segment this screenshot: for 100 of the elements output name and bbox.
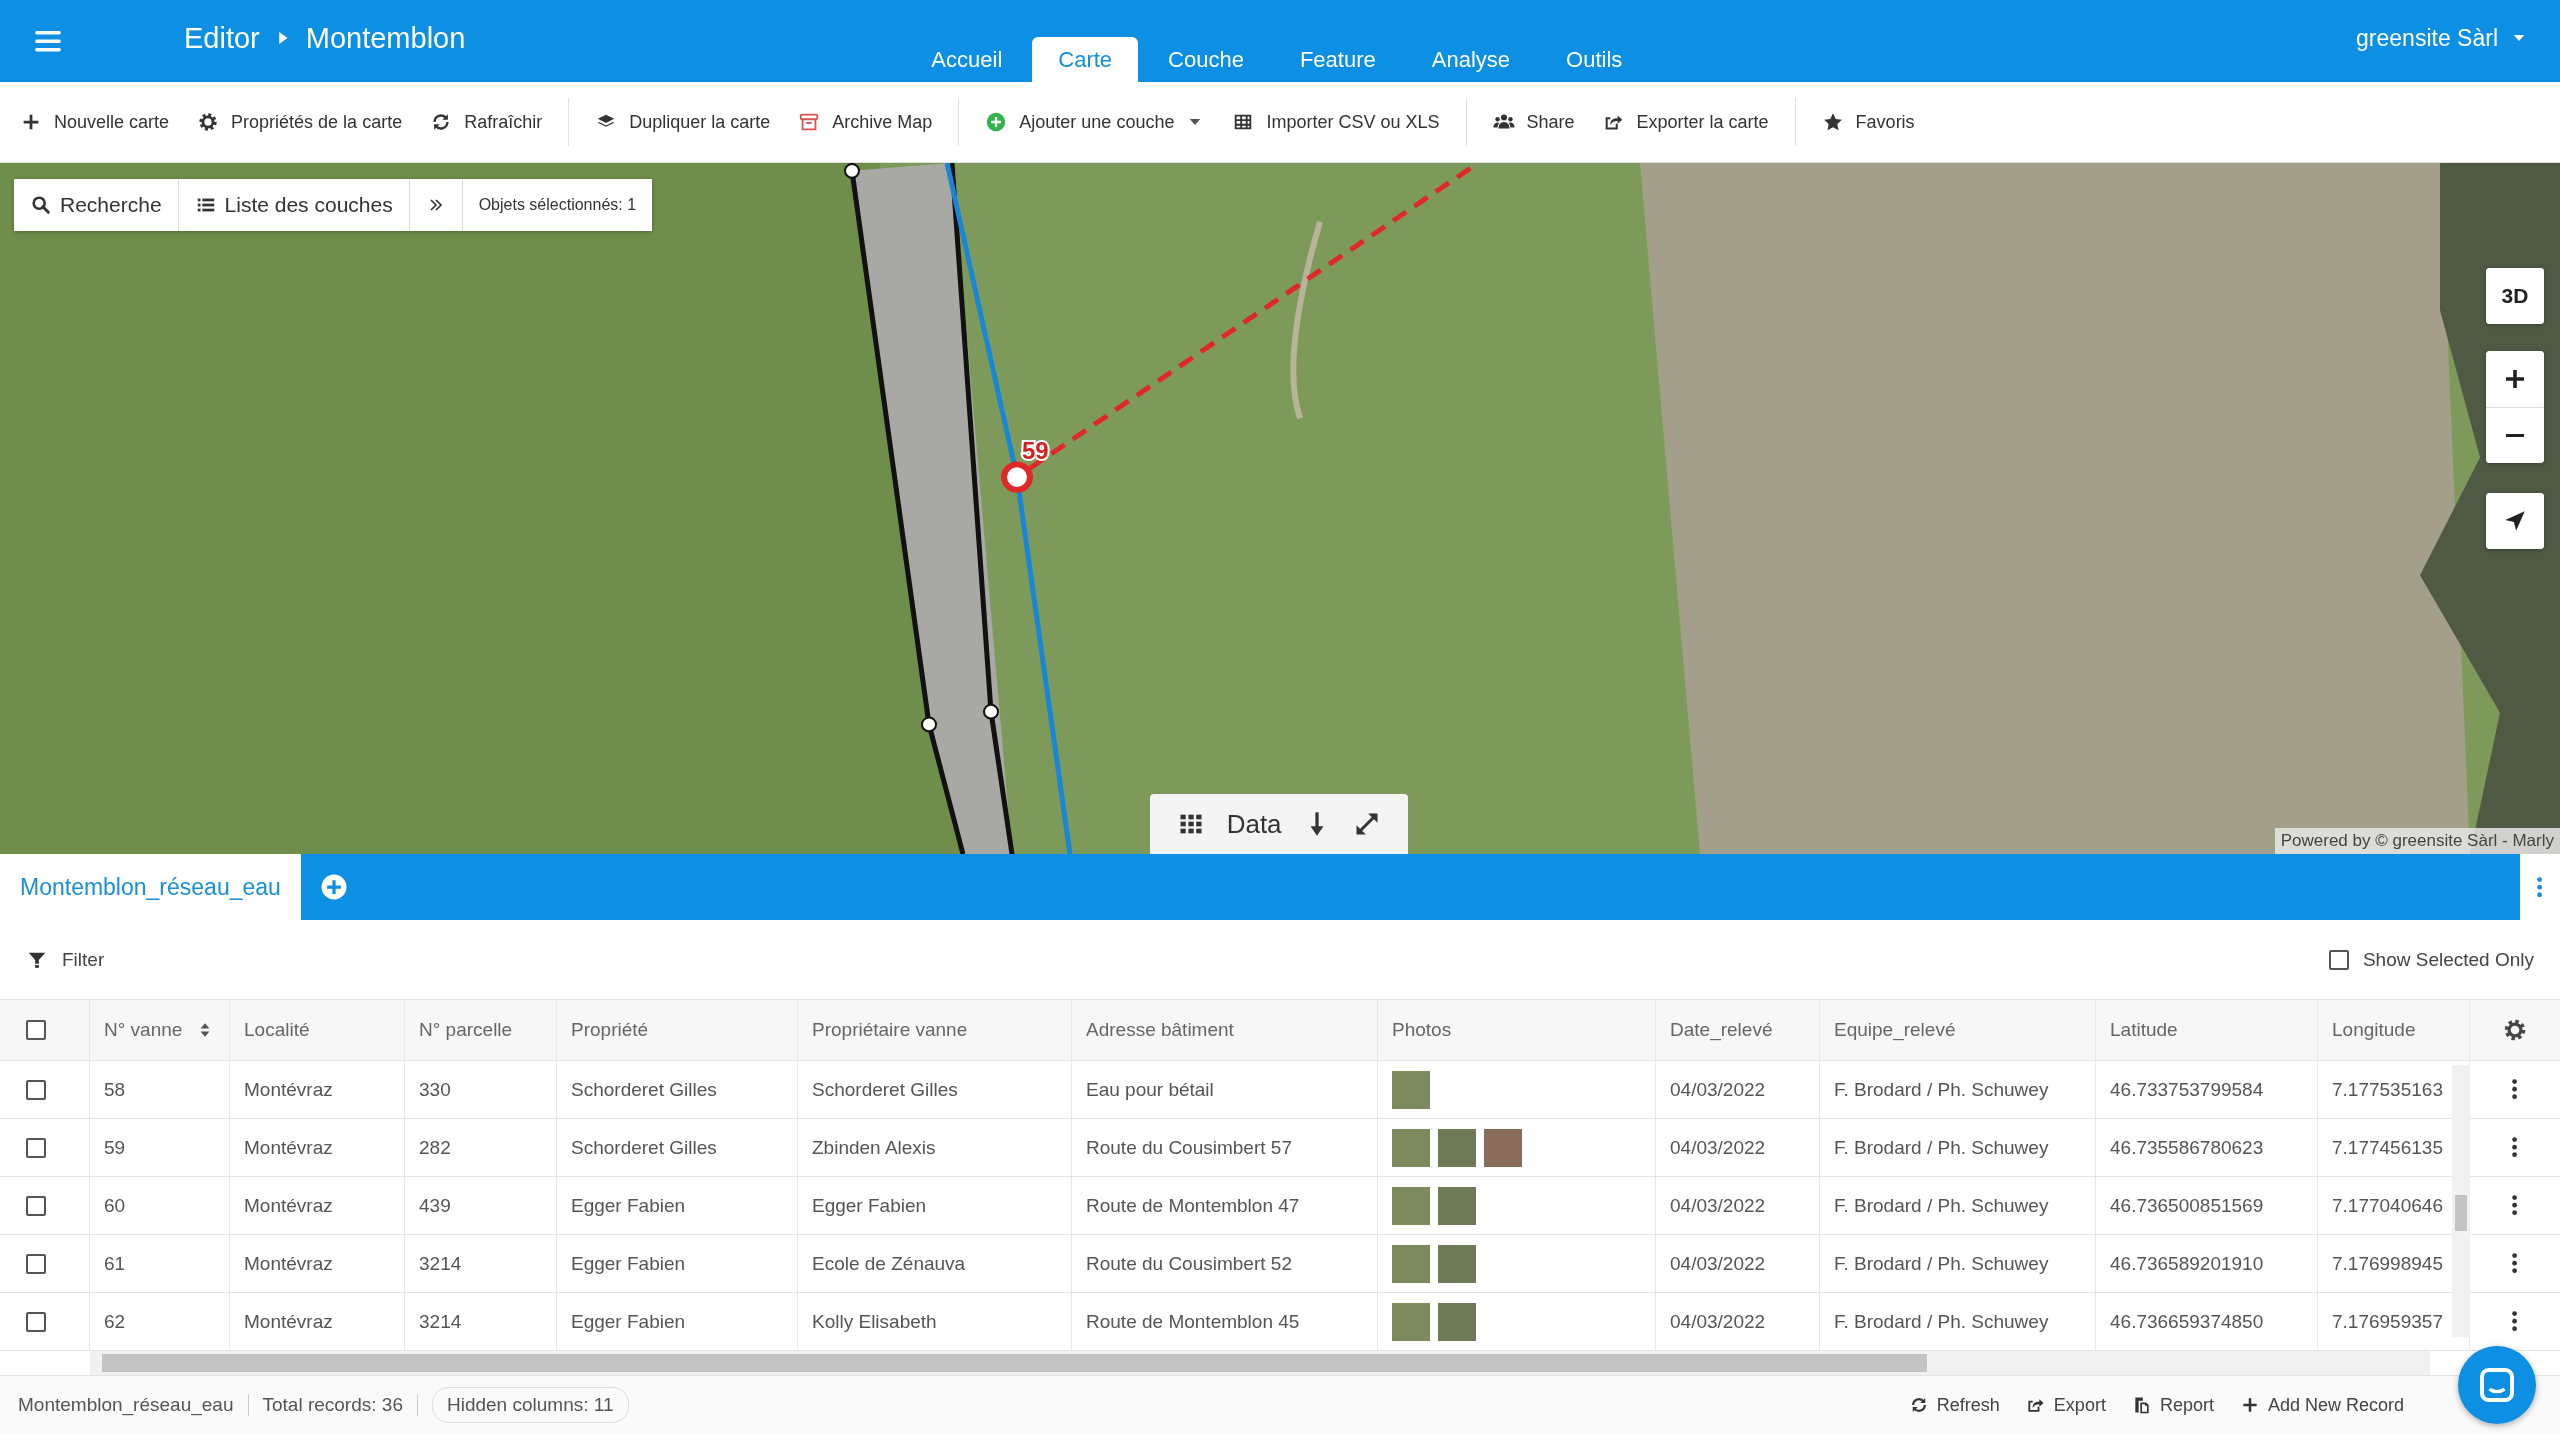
table-cell: Egger Fabien <box>571 1252 686 1275</box>
table-cell: F. Brodard / Ph. Schuwey <box>1834 1310 2049 1333</box>
column-header[interactable]: N° vanne <box>104 1019 215 1041</box>
map-attribution: Powered by © greensite Sàrl - Marly <box>2274 828 2560 854</box>
show-selected-checkbox[interactable]: Show Selected Only <box>2324 944 2538 975</box>
photo-thumbnail[interactable] <box>1392 1186 1430 1225</box>
more-icon <box>2512 1195 2518 1216</box>
column-header[interactable]: Latitude <box>2110 1019 2178 1041</box>
row-checkbox[interactable] <box>26 1137 46 1158</box>
locate-button[interactable] <box>2486 493 2544 549</box>
photo-thumbnail[interactable] <box>1392 1070 1430 1109</box>
map-title: Montemblon <box>305 21 466 55</box>
zoom-in-button[interactable] <box>2486 351 2544 407</box>
footer-button[interactable]: Refresh <box>1900 1388 2008 1422</box>
table-cell: 282 <box>419 1136 451 1159</box>
toolbar-button[interactable]: Rafraîchir <box>416 103 557 141</box>
table-cell: Montévraz <box>244 1078 333 1101</box>
row-checkbox[interactable] <box>26 1079 46 1100</box>
table-cell: 04/03/2022 <box>1670 1194 1766 1217</box>
toolbar-button[interactable]: Nouvelle carte <box>6 103 184 141</box>
photo-thumbnail[interactable] <box>1438 1186 1476 1225</box>
row-menu-button[interactable] <box>2512 1195 2518 1216</box>
vertical-scrollbar[interactable] <box>2452 1065 2470 1337</box>
table-cell: 61 <box>104 1252 126 1275</box>
row-checkbox[interactable] <box>26 1195 46 1216</box>
table-cell: 439 <box>419 1194 451 1217</box>
photo-thumbnail[interactable] <box>1392 1128 1430 1167</box>
footer-button[interactable]: Add New Record <box>2231 1388 2412 1422</box>
select-all-checkbox[interactable] <box>26 1020 46 1040</box>
valve-marker[interactable] <box>1001 461 1033 493</box>
column-header[interactable]: Photos <box>1392 1019 1452 1041</box>
table-cell: F. Brodard / Ph. Schuwey <box>1834 1252 2049 1275</box>
row-menu-button[interactable] <box>2512 1311 2518 1332</box>
photo-thumbnail[interactable] <box>1438 1302 1476 1341</box>
archive-icon <box>798 111 821 133</box>
photo-thumbnail[interactable] <box>1484 1128 1522 1167</box>
table-cell: 46.736589201910 <box>2110 1252 2264 1275</box>
search-icon <box>30 194 52 216</box>
table-cell: 3214 <box>419 1310 462 1333</box>
column-settings-button[interactable] <box>2502 1017 2528 1043</box>
layer-list-button[interactable]: Liste des couches <box>178 179 410 231</box>
table-cell: Kolly Elisabeth <box>812 1310 937 1333</box>
toolbar-button[interactable]: Share <box>1478 103 1589 141</box>
toolbar-button[interactable]: Favoris <box>1807 103 1929 141</box>
photo-thumbnail[interactable] <box>1438 1128 1476 1167</box>
footer-button[interactable]: Report <box>2123 1388 2222 1422</box>
footer-button[interactable]: Export <box>2017 1388 2114 1422</box>
photo-thumbnail[interactable] <box>1438 1244 1476 1283</box>
row-checkbox[interactable] <box>26 1311 46 1332</box>
more-icon <box>2512 1079 2518 1100</box>
table-cell: 04/03/2022 <box>1670 1078 1766 1101</box>
photo-thumbnail[interactable] <box>1392 1244 1430 1283</box>
layer-tab[interactable]: Montemblon_réseau_eau <box>0 854 301 920</box>
table-cell: 04/03/2022 <box>1670 1136 1766 1159</box>
column-header[interactable]: Equipe_relevé <box>1834 1019 1956 1041</box>
table-cell: F. Brodard / Ph. Schuwey <box>1834 1194 2049 1217</box>
table-cell: F. Brodard / Ph. Schuwey <box>1834 1078 2049 1101</box>
view-3d-button[interactable]: 3D <box>2486 268 2544 324</box>
column-header[interactable]: Date_relevé <box>1670 1019 1773 1041</box>
total-records: Total records: 36 <box>262 1394 403 1416</box>
column-header[interactable]: Localité <box>244 1019 310 1041</box>
horizontal-scrollbar[interactable] <box>90 1351 2430 1375</box>
more-icon <box>2537 876 2543 898</box>
zoom-out-icon <box>2506 433 2524 438</box>
table-cell: 58 <box>104 1078 126 1101</box>
settings-icon <box>197 111 220 133</box>
column-header[interactable]: Propriété <box>571 1019 649 1041</box>
row-menu-button[interactable] <box>2512 1079 2518 1100</box>
marker-label: 59 <box>1022 437 1049 465</box>
toolbar-button[interactable]: Propriétés de la carte <box>183 103 417 141</box>
row-menu-button[interactable] <box>2512 1137 2518 1158</box>
table-cell: F. Brodard / Ph. Schuwey <box>1834 1136 2049 1159</box>
toolbar-button[interactable]: Exporter la carte <box>1588 103 1783 141</box>
row-menu-button[interactable] <box>2512 1253 2518 1274</box>
data-toggle-button[interactable]: Data <box>1222 804 1286 844</box>
selection-count[interactable]: Objets sélectionnés: 1 <box>462 179 653 231</box>
search-button[interactable]: Recherche <box>14 179 179 231</box>
row-checkbox[interactable] <box>26 1253 46 1274</box>
column-header[interactable]: Longitude <box>2332 1019 2416 1041</box>
table-cell: Eau pour bétail <box>1086 1078 1214 1101</box>
column-header[interactable]: N° parcelle <box>419 1019 513 1041</box>
hidden-columns-count: Hidden columns: 11 <box>431 1387 629 1423</box>
column-header[interactable]: Adresse bâtiment <box>1086 1019 1234 1041</box>
table-cell: Zbinden Alexis <box>812 1136 936 1159</box>
more-icon <box>2512 1311 2518 1332</box>
toolbar-button[interactable]: Importer CSV ou XLS <box>1218 103 1454 141</box>
table-cell: 62 <box>104 1310 126 1333</box>
filter-button[interactable]: Filter <box>22 944 109 975</box>
table-cell: 7.176998945 <box>2332 1252 2443 1275</box>
photo-thumbnail[interactable] <box>1392 1302 1430 1341</box>
column-header[interactable]: Propriétaire vanne <box>812 1019 968 1041</box>
nav-tab[interactable]: Carte <box>1032 37 1139 82</box>
toolbar-button[interactable]: Ajouter une couche <box>971 103 1219 141</box>
toolbar-button[interactable]: Dupliquer la carte <box>581 103 785 141</box>
settings-icon <box>2502 1017 2528 1043</box>
table-cell: Schorderet Gilles <box>812 1078 958 1101</box>
table-cell: 7.177535163 <box>2332 1078 2443 1101</box>
toolbar-button[interactable]: Archive Map <box>784 103 947 141</box>
table-cell: 3214 <box>419 1252 462 1275</box>
more-icon <box>2512 1137 2518 1158</box>
